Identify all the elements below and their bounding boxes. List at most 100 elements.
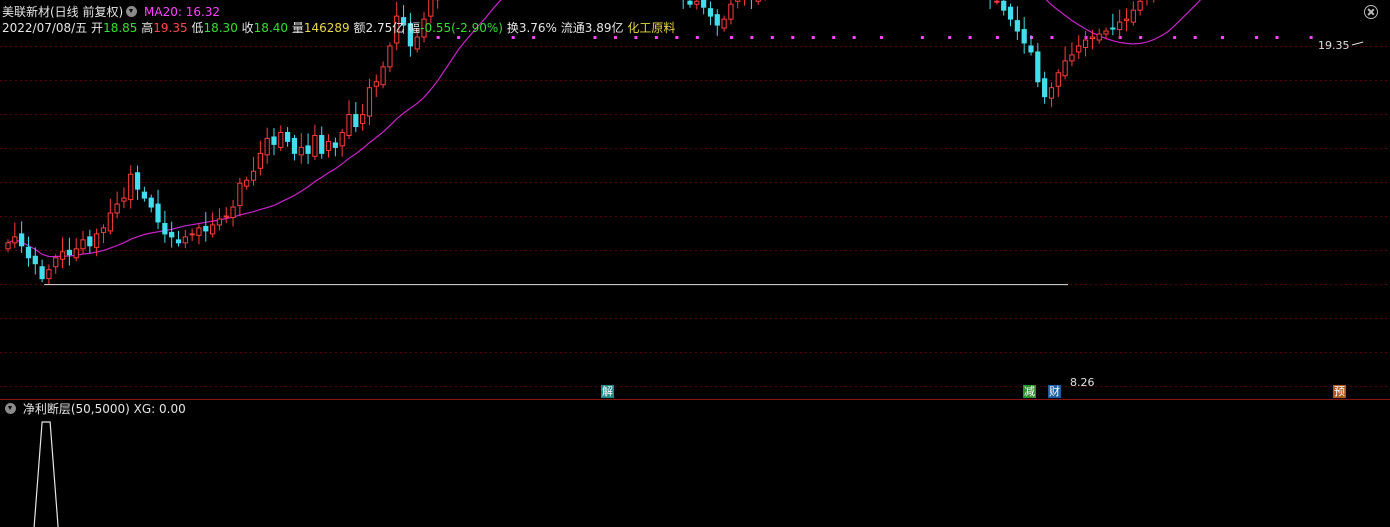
- candle-body: [32, 255, 38, 265]
- candle-body: [1123, 18, 1130, 22]
- candle-body: [1069, 54, 1075, 62]
- candle-body: [707, 8, 714, 17]
- candle-body: [121, 197, 127, 202]
- signal-mark: [995, 36, 999, 39]
- signal-mark: [1275, 36, 1279, 39]
- signal-mark: [832, 36, 836, 39]
- candle-body: [694, 0, 700, 5]
- candle-body: [100, 227, 107, 233]
- candle-body: [755, 0, 761, 2]
- candle-body: [271, 136, 277, 145]
- signal-marks: [436, 36, 1313, 39]
- candle-body: [1007, 6, 1014, 20]
- candle-body: [325, 140, 332, 151]
- event-reduce-badge[interactable]: 减: [1023, 385, 1036, 398]
- candle-body: [1028, 45, 1034, 53]
- volume-value: 146289: [303, 21, 350, 35]
- event-finance-badge[interactable]: 财: [1048, 385, 1061, 398]
- candle-body: [134, 172, 141, 190]
- candle-body: [1110, 27, 1116, 30]
- close-icon[interactable]: [1364, 5, 1378, 19]
- amount-value: 2.75亿: [365, 21, 405, 35]
- signal-mark: [675, 36, 679, 39]
- candle-body: [244, 179, 250, 187]
- candle-body: [94, 233, 100, 248]
- candle-body: [1042, 78, 1048, 98]
- high-value: 19.35: [153, 21, 188, 35]
- kline-chart[interactable]: [0, 0, 1390, 527]
- candle-body: [25, 246, 32, 259]
- candle-body: [1076, 45, 1082, 53]
- candle-body: [209, 224, 216, 235]
- candle-body: [148, 197, 154, 208]
- candle-body: [141, 191, 148, 199]
- candle-body: [216, 218, 223, 226]
- candle-body: [291, 137, 298, 154]
- candle-body: [162, 222, 168, 235]
- signal-mark: [1173, 36, 1177, 39]
- candle-body: [46, 269, 52, 280]
- price-annotations: [44, 41, 1364, 286]
- low-value: 18.30: [203, 21, 238, 35]
- candle-body: [339, 131, 345, 147]
- signal-mark: [920, 36, 924, 39]
- signal-mark: [1309, 36, 1313, 39]
- candle-body: [80, 239, 86, 250]
- candle-body: [1062, 60, 1068, 77]
- candle-body: [687, 0, 693, 5]
- signal-mark: [729, 36, 733, 39]
- candle-body: [264, 137, 270, 156]
- indicator-title[interactable]: 净利断层(50,5000): [23, 402, 130, 416]
- candle-body: [366, 87, 373, 117]
- event-unlock-badge[interactable]: 解: [601, 385, 614, 398]
- candle-body: [701, 0, 707, 8]
- signal-mark: [593, 36, 597, 39]
- candle-body: [12, 236, 18, 244]
- candle-body: [66, 249, 72, 256]
- candle-body: [1055, 72, 1061, 87]
- event-forecast-badge[interactable]: 预: [1333, 385, 1346, 398]
- signal-mark: [695, 36, 699, 39]
- candle-body: [175, 239, 182, 244]
- signal-mark: [654, 36, 658, 39]
- candle-body: [380, 66, 386, 86]
- candle-body: [196, 227, 202, 236]
- candle-body: [332, 142, 338, 148]
- candlesticks[interactable]: [5, 0, 1374, 285]
- signal-mark: [1193, 36, 1197, 39]
- signal-mark: [750, 36, 754, 39]
- dropdown-icon[interactable]: [126, 6, 138, 17]
- dropdown-icon[interactable]: [5, 403, 16, 414]
- signal-mark: [457, 36, 461, 39]
- industry-label[interactable]: 化工原料: [627, 21, 675, 35]
- candle-body: [169, 231, 175, 238]
- indicator-value: XG: 0.00: [133, 402, 186, 416]
- candle-body: [353, 114, 359, 128]
- indicator-header: 净利断层(50,5000) XG: 0.00: [2, 401, 186, 417]
- header-line-1: 美联新材(日线 前复权) MA20: 16.32: [2, 4, 220, 20]
- candle-body: [319, 134, 325, 154]
- stock-title[interactable]: 美联新材(日线 前复权): [2, 5, 123, 19]
- signal-mark: [770, 36, 774, 39]
- candle-body: [87, 236, 93, 247]
- candle-body: [114, 203, 120, 214]
- high-price-label: 19.35: [1318, 39, 1350, 52]
- grid-lines: [0, 46, 1390, 387]
- net-profit-gap-signal: [33, 421, 59, 527]
- candle-body: [1082, 39, 1089, 48]
- candle-body: [728, 3, 734, 20]
- signal-mark: [613, 36, 617, 39]
- high-arrow: [1351, 41, 1364, 46]
- candle-body: [278, 131, 284, 148]
- candle-body: [387, 45, 393, 68]
- candle-body: [1117, 21, 1123, 31]
- signal-mark: [879, 36, 883, 39]
- candle-body: [735, 0, 741, 2]
- signal-mark: [634, 36, 638, 39]
- candle-body: [230, 206, 236, 218]
- candle-body: [285, 131, 291, 142]
- signal-mark: [1220, 36, 1224, 39]
- signal-mark: [511, 36, 515, 39]
- candle-body: [19, 233, 25, 247]
- signal-mark: [1255, 36, 1259, 39]
